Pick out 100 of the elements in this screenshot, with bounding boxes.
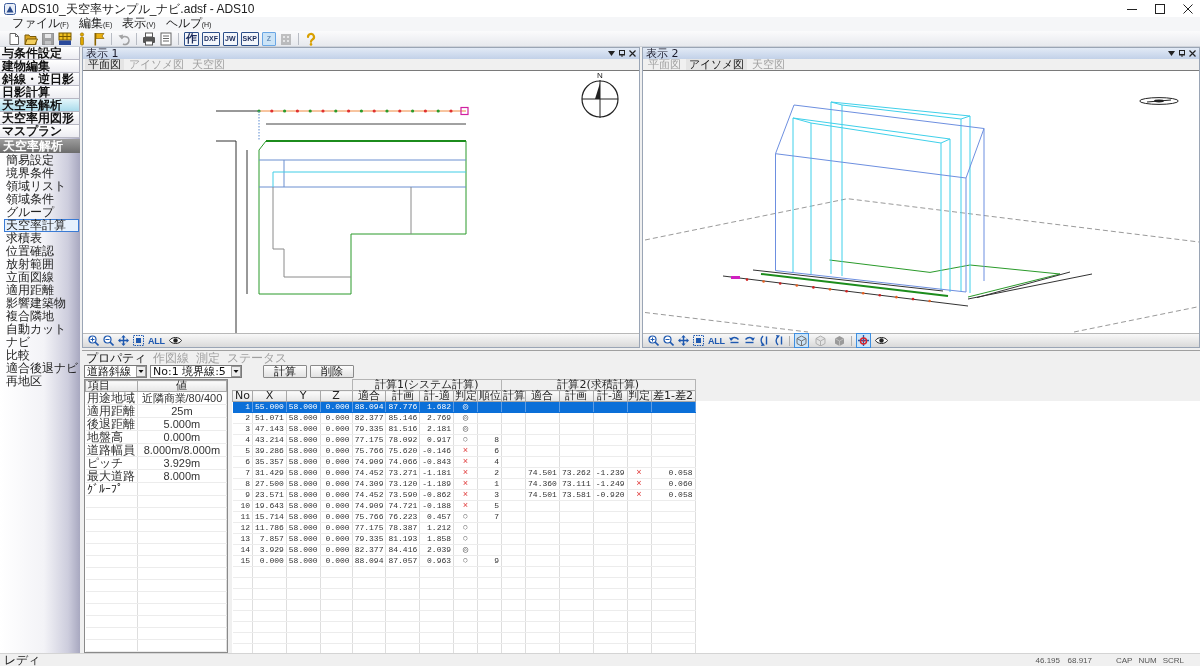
- column-header[interactable]: 計-適: [593, 390, 627, 402]
- close-icon[interactable]: [1189, 50, 1196, 57]
- fit-all-button[interactable]: ALL: [708, 335, 725, 346]
- fit-view-icon[interactable]: [133, 335, 144, 346]
- nav-button[interactable]: 建物編集: [0, 60, 80, 73]
- nav-button[interactable]: 斜線・逆日影: [0, 73, 80, 86]
- eye-icon[interactable]: [874, 336, 888, 345]
- column-header[interactable]: 適合: [525, 390, 560, 402]
- table-row[interactable]: 3 47.143 58.000 0.000 79.335 81.516 2.181 ◎: [232, 423, 695, 435]
- dropdown[interactable]: 道路斜線: [84, 365, 147, 378]
- sidebar-item[interactable]: 簡易設定: [4, 154, 79, 167]
- action-button[interactable]: 削除: [309, 365, 354, 378]
- judgement-mark: ○: [453, 434, 478, 446]
- close-icon[interactable]: [1183, 3, 1193, 14]
- column-header[interactable]: 判定: [627, 390, 651, 402]
- sidebar-item[interactable]: 影響建築物: [4, 297, 79, 310]
- open-folder-icon[interactable]: [24, 31, 38, 46]
- nav-button[interactable]: 日影計算: [0, 86, 80, 99]
- table-row[interactable]: 13 7.857 58.000 0.000 79.335 81.193 1.858 ○: [232, 533, 695, 545]
- nav-button[interactable]: マスプラン: [0, 125, 80, 138]
- pin-icon[interactable]: [619, 50, 625, 57]
- judgement-mark: ×: [453, 445, 478, 457]
- sidebar-item[interactable]: 適合後退ナビ: [4, 362, 79, 375]
- sidebar-item[interactable]: 適用距離: [4, 284, 79, 297]
- zoom-in-icon[interactable]: [88, 335, 99, 346]
- maximize-icon[interactable]: [1155, 3, 1165, 14]
- view-tab[interactable]: アイソメ図: [686, 59, 747, 70]
- tilt-down-icon[interactable]: [758, 335, 770, 346]
- table-row[interactable]: 7 31.429 58.000 0.000 74.452 73.271 -1.181 × 2 74.501 73.262 -1.239 × 0.058: [232, 467, 695, 479]
- rotate-right-icon[interactable]: [743, 335, 755, 346]
- table-row[interactable]: 8 27.500 58.000 0.000 74.309 73.120 -1.189 × 1 74.360 73.111 -1.249 × 0.060: [232, 478, 695, 490]
- table-cell: 0.000: [320, 401, 353, 413]
- table-row[interactable]: 14 3.929 58.000 0.000 82.377 84.416 2.039 ◎: [232, 544, 695, 556]
- table-row[interactable]: 11 15.714 58.000 0.000 75.766 76.223 0.457 ○ 7: [232, 511, 695, 523]
- dropdown[interactable]: No:1 境界線:5: [150, 365, 242, 378]
- panel-tab[interactable]: プロパティ: [84, 352, 148, 364]
- column-header[interactable]: 差1-差2: [651, 390, 695, 402]
- table-row[interactable]: 4 43.214 58.000 0.000 77.175 78.092 0.917 ○ 8: [232, 434, 695, 446]
- tilt-up-icon[interactable]: [773, 335, 785, 346]
- view-tab[interactable]: 平面図: [85, 59, 124, 70]
- table-row[interactable]: 6 35.357 58.000 0.000 74.909 74.066 -0.843 × 4: [232, 456, 695, 468]
- nav-button[interactable]: 天空率解析: [0, 99, 80, 112]
- fit-view-icon[interactable]: [693, 335, 704, 346]
- pan-icon[interactable]: [118, 335, 129, 346]
- column-header[interactable]: 計画: [385, 390, 420, 402]
- flag-icon[interactable]: [92, 31, 106, 46]
- sidebar-item[interactable]: 比較: [4, 349, 79, 362]
- table-cell: 0.000: [252, 555, 287, 567]
- sidebar-item[interactable]: 領域リスト: [4, 180, 79, 193]
- close-icon[interactable]: [629, 50, 636, 57]
- column-header[interactable]: 判定: [453, 390, 478, 402]
- table-row[interactable]: 12 11.786 58.000 0.000 77.175 78.387 1.212 ○: [232, 522, 695, 534]
- toolbar-toggle[interactable]: 作: [184, 31, 199, 46]
- column-header[interactable]: 計算: [501, 390, 526, 402]
- rotate-left-icon[interactable]: [728, 335, 740, 346]
- grid-block-icon[interactable]: [58, 31, 72, 46]
- sidebar-item[interactable]: 立面図線: [4, 271, 79, 284]
- print-icon[interactable]: [142, 31, 156, 46]
- sidebar-item[interactable]: 境界条件: [4, 167, 79, 180]
- crosshair-icon[interactable]: [855, 333, 871, 348]
- column-header[interactable]: 計-適: [419, 390, 454, 402]
- sidebar-item[interactable]: 放射範囲: [4, 258, 79, 271]
- sidebar-item[interactable]: 再地区: [4, 375, 79, 388]
- column-header[interactable]: No: [232, 390, 253, 402]
- sidebar-item[interactable]: 天空率計算: [4, 219, 79, 232]
- new-file-icon[interactable]: [7, 31, 21, 46]
- dropdown-arrow-icon[interactable]: [608, 51, 615, 56]
- table-row[interactable]: 1 55.000 58.000 0.000 88.094 87.776 1.682 ◎: [232, 401, 695, 413]
- zoom-in-icon[interactable]: [648, 335, 659, 346]
- zoom-out-icon[interactable]: [103, 335, 114, 346]
- table-cell: 35.357: [252, 456, 287, 468]
- zoom-out-icon[interactable]: [663, 335, 674, 346]
- pan-icon[interactable]: [678, 335, 689, 346]
- table-row[interactable]: 9 23.571 58.000 0.000 74.452 73.590 -0.862 × 3 74.501 73.581 -0.920 × 0.058: [232, 489, 695, 501]
- action-button[interactable]: 計算: [262, 365, 307, 378]
- pin-icon[interactable]: [1179, 50, 1185, 57]
- column-header[interactable]: Y: [286, 390, 321, 402]
- table-row[interactable]: 5 39.286 58.000 0.000 75.766 75.620 -0.146 × 6: [232, 445, 695, 457]
- eye-icon[interactable]: [168, 336, 182, 345]
- sidebar-item[interactable]: 領域条件: [4, 193, 79, 206]
- column-header[interactable]: 適合: [352, 390, 386, 402]
- sidebar-item[interactable]: ナビ: [4, 336, 79, 349]
- table-row[interactable]: 2 51.071 58.000 0.000 82.377 85.146 2.769 ◎: [232, 412, 695, 424]
- list-icon[interactable]: [159, 31, 173, 46]
- fit-all-button[interactable]: ALL: [148, 335, 165, 346]
- column-header[interactable]: Z: [320, 390, 353, 402]
- dropdown-arrow-icon[interactable]: [1168, 51, 1175, 56]
- column-header[interactable]: X: [252, 390, 287, 402]
- nav-button[interactable]: 与条件設定: [0, 47, 80, 60]
- sidebar-item[interactable]: グループ: [4, 206, 79, 219]
- column-header[interactable]: 計画: [559, 390, 594, 402]
- table-row[interactable]: 10 19.643 58.000 0.000 74.909 74.721 -0.188 × 5: [232, 500, 695, 512]
- sidebar-item[interactable]: 位置確認: [4, 245, 79, 258]
- sidebar-item[interactable]: 複合隣地: [4, 310, 79, 323]
- sidebar-item[interactable]: 求積表: [4, 232, 79, 245]
- wireframe-cube-icon[interactable]: [793, 333, 809, 348]
- nav-button[interactable]: 天空率用図形: [0, 112, 80, 125]
- column-header[interactable]: 順位: [477, 390, 502, 402]
- table-row[interactable]: 15 0.000 58.000 0.000 88.094 87.057 0.963 ○ 9: [232, 555, 695, 567]
- sidebar-item[interactable]: 自動カット: [4, 323, 79, 336]
